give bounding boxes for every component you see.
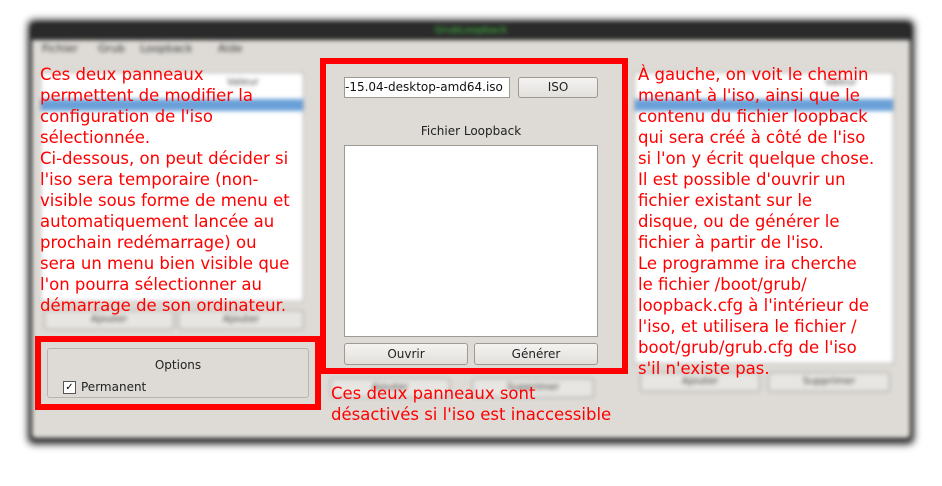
menu-aide[interactable]: Aide xyxy=(218,42,242,55)
open-button[interactable]: Ouvrir xyxy=(344,343,468,365)
menu-bar: Fichier Grub Loopback Aide xyxy=(32,40,910,58)
loopback-label: Fichier Loopback xyxy=(420,124,522,138)
options-title: Options xyxy=(154,358,202,372)
permanent-checkbox[interactable]: ✓ xyxy=(63,381,76,394)
annotation-bottom: Ces deux panneaux sont désactivés si l'i… xyxy=(331,384,612,424)
annotation-right: À gauche, on voit le chemin menant à l'i… xyxy=(638,65,875,378)
menu-loopback[interactable]: Loopback xyxy=(140,42,193,55)
options-highlight: Options ✓ Permanent xyxy=(35,336,321,410)
menu-grub[interactable]: Grub xyxy=(98,42,125,55)
iso-path-field[interactable]: -15.04-desktop-amd64.iso xyxy=(344,77,510,98)
iso-button[interactable]: ISO xyxy=(518,77,598,98)
title-bar: GrubLoopback xyxy=(32,24,910,40)
menu-fichier[interactable]: Fichier xyxy=(42,42,78,55)
generate-button[interactable]: Générer xyxy=(474,343,598,365)
options-frame: Options ✓ Permanent xyxy=(47,348,309,398)
loopback-textarea[interactable] xyxy=(344,145,598,337)
annotation-left: Ces deux panneaux permettent de modifier… xyxy=(40,65,290,315)
window-title: GrubLoopback xyxy=(434,25,508,36)
permanent-label[interactable]: Permanent xyxy=(81,380,146,394)
